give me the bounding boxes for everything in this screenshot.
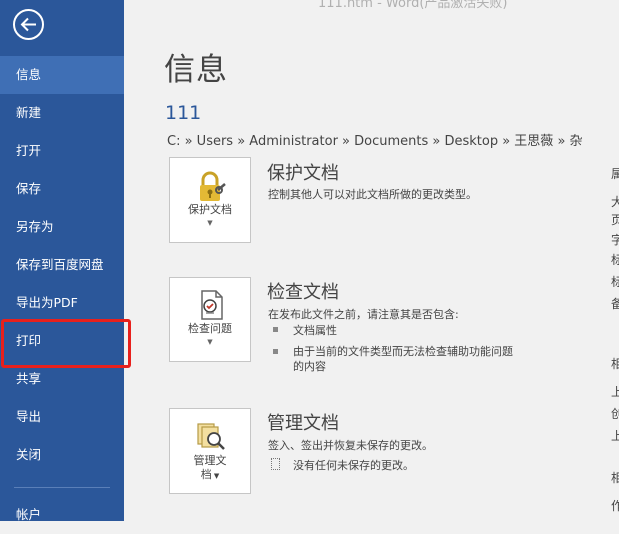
- window-title: 111.htm - Word(产品激活失败): [318, 0, 508, 11]
- people-label-fragment: 作: [611, 499, 619, 513]
- manage-document-button-label: 管理文: [193, 454, 227, 467]
- sidebar-divider: [14, 487, 110, 488]
- protect-document-button-label: 保护文档: [188, 203, 232, 216]
- inspect-document-title: 检查文档: [267, 282, 339, 303]
- manage-document-note: 没有任何未保存的更改。: [293, 459, 414, 472]
- inspect-document-description: 在发布此文件之前，请注意其是否包含:: [268, 308, 459, 321]
- bullet-icon: [273, 327, 278, 332]
- property-label-fragment: 页: [611, 213, 619, 227]
- manage-document-button[interactable]: 管理文 档 ▼: [169, 408, 251, 494]
- chevron-down-icon: ▼: [207, 338, 213, 346]
- property-label-fragment: 大: [611, 195, 619, 209]
- manage-document-description: 签入、签出并恢复未保存的更改。: [268, 439, 433, 452]
- protect-document-description: 控制其他人可以对此文档所做的更改类型。: [268, 188, 477, 201]
- chevron-down-icon: ▼: [207, 219, 213, 227]
- file-icon: [271, 458, 280, 470]
- property-label-fragment: 备: [611, 297, 619, 311]
- date-label-fragment: 创: [611, 407, 619, 421]
- date-label-fragment: 上: [611, 429, 619, 443]
- check-issues-button[interactable]: 检查问题 ▼: [169, 277, 251, 362]
- print-highlight-annotation: [1, 319, 131, 368]
- sidebar-item-close[interactable]: 关闭: [0, 436, 124, 474]
- inspect-item-accessibility: 由于当前的文件类型而无法检查辅助功能问题: [293, 345, 513, 358]
- sidebar-item-new[interactable]: 新建: [0, 94, 124, 132]
- document-inspect-icon: [194, 288, 228, 326]
- sidebar-item-save-to-baidu[interactable]: 保存到百度网盘: [0, 246, 124, 284]
- property-label-fragment: 标: [611, 275, 619, 289]
- manage-document-button-label-2: 档 ▼: [200, 468, 220, 481]
- back-arrow-icon[interactable]: [13, 9, 44, 40]
- sidebar-item-export-pdf[interactable]: 导出为PDF: [0, 284, 124, 322]
- manage-document-title: 管理文档: [267, 413, 339, 434]
- protect-document-button[interactable]: 保护文档 ▼: [169, 157, 251, 243]
- related-dates-heading-fragment: 相: [611, 357, 619, 371]
- sidebar-item-info[interactable]: 信息: [0, 56, 124, 94]
- chevron-down-icon: ▼: [211, 472, 220, 480]
- bullet-icon: [273, 349, 278, 354]
- check-issues-button-label: 检查问题: [188, 322, 232, 335]
- backstage-sidebar: 信息 新建 打开 保存 另存为 保存到百度网盘 导出为PDF 打印 共享 导出 …: [0, 0, 124, 522]
- document-name: 111: [165, 102, 202, 124]
- sidebar-item-save-as[interactable]: 另存为: [0, 208, 124, 246]
- manage-document-icon: [194, 419, 228, 457]
- sidebar-item-export[interactable]: 导出: [0, 398, 124, 436]
- related-people-heading-fragment: 相: [611, 471, 619, 485]
- inspect-item-document-properties: 文档属性: [293, 324, 337, 337]
- sidebar-item-save[interactable]: 保存: [0, 170, 124, 208]
- properties-heading-fragment: 属: [611, 167, 619, 181]
- sidebar-item-account[interactable]: 帐户: [0, 496, 124, 534]
- property-label-fragment: 标: [611, 253, 619, 267]
- property-label-fragment: 字: [611, 233, 619, 247]
- inspect-item-accessibility-cont: 的内容: [293, 360, 326, 373]
- protect-document-title: 保护文档: [267, 163, 339, 184]
- sidebar-item-open[interactable]: 打开: [0, 132, 124, 170]
- date-label-fragment: 上: [611, 385, 619, 399]
- document-path-breadcrumb[interactable]: C: » Users » Administrator » Documents »…: [167, 130, 583, 149]
- page-title: 信息: [164, 52, 228, 88]
